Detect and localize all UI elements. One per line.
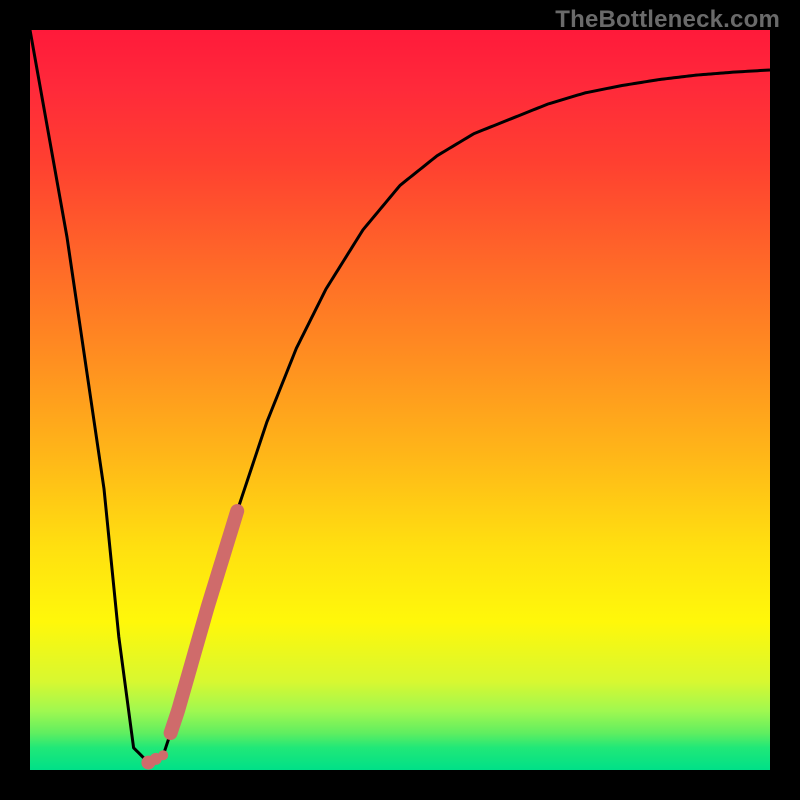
curve-svg — [30, 30, 770, 770]
highlight-dot — [158, 750, 168, 760]
plot-area — [30, 30, 770, 770]
highlight-dots — [141, 750, 168, 769]
highlight-band — [171, 511, 238, 733]
bottleneck-curve — [30, 30, 770, 763]
chart-container: TheBottleneck.com — [0, 0, 800, 800]
